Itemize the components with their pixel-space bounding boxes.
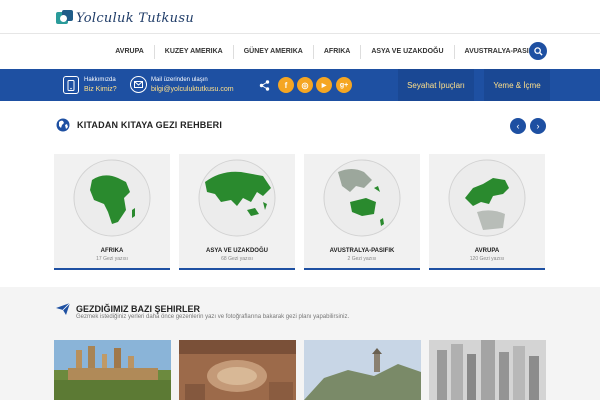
search-button[interactable] <box>529 42 547 60</box>
google-plus-icon[interactable]: g+ <box>336 77 352 93</box>
instagram-icon[interactable]: ◎ <box>297 77 313 93</box>
continent-card-afrika[interactable]: AFRIKA 17 Gezi yazısı <box>54 154 170 270</box>
city-photo-2[interactable] <box>179 340 296 400</box>
continent-name: AVRUPA <box>474 248 500 254</box>
site-logo[interactable]: Yolculuk Tutkusu <box>56 8 194 28</box>
continents-heading: KITADAN KITAYA GEZI REHBERI <box>56 118 222 132</box>
tab-seyahat-ipuclari[interactable]: Seyahat İpuçları <box>398 69 474 101</box>
australia-globe-icon <box>323 159 401 237</box>
tab-yeme-icme[interactable]: Yeme & İçme <box>484 69 550 101</box>
continents-title: KITADAN KITAYA GEZI REHBERI <box>77 120 223 130</box>
cities-section: GEZDIĞIMIZ BAZI ŞEHIRLER Gezmek istediği… <box>0 287 600 400</box>
asia-globe-icon <box>198 159 276 237</box>
continent-count: 68 Gezi yazısı <box>221 256 253 262</box>
mail-label: Mail üzerinden ulaşın <box>151 77 208 83</box>
nav-item-guney-amerika[interactable]: GÜNEY AMERIKA <box>232 44 313 59</box>
continent-name: AVUSTRALYA-PASIFIK <box>329 248 395 254</box>
mail-link[interactable]: bilgi@yolculuktutkusu.com <box>151 86 234 93</box>
africa-globe-icon <box>73 159 151 237</box>
carousel-prev-button[interactable]: ‹ <box>510 118 526 134</box>
continent-count: 120 Gezi yazısı <box>469 256 505 262</box>
share-icon[interactable] <box>256 77 272 93</box>
europe-globe-icon <box>448 159 526 237</box>
logo-mark-icon <box>56 10 73 26</box>
globe-icon <box>56 118 70 132</box>
continent-card-asya[interactable]: ASYA VE UZAKDOĞU 68 Gezi yazısı <box>179 154 295 270</box>
facebook-icon[interactable]: f <box>278 77 294 93</box>
continent-name: ASYA VE UZAKDOĞU <box>206 248 268 254</box>
cities-title: GEZDIĞIMIZ BAZI ŞEHIRLER <box>76 304 201 314</box>
phone-icon <box>63 76 79 94</box>
top-bar: Yolculuk Tutkusu <box>0 0 600 34</box>
nav-item-afrika[interactable]: AFRIKA <box>312 44 360 59</box>
nav-item-kuzey-amerika[interactable]: KUZEY AMERIKA <box>153 44 233 59</box>
mail-icon <box>130 76 147 93</box>
about-link[interactable]: Biz Kimiz? <box>84 86 117 93</box>
continent-card-avrupa[interactable]: AVRUPA 120 Gezi yazısı <box>429 154 545 270</box>
nav-item-asya[interactable]: ASYA VE UZAKDOĞU <box>360 44 453 59</box>
cities-subtitle: Gezmek istediğiniz yerleri daha önce gez… <box>76 314 350 320</box>
nav-item-avrupa[interactable]: AVRUPA <box>105 45 154 59</box>
about-label: Hakkımızda <box>84 77 116 83</box>
info-bar: Hakkımızda Biz Kimiz? Mail üzerinden ula… <box>0 69 600 101</box>
carousel-next-button[interactable]: › <box>530 118 546 134</box>
city-photo-4[interactable] <box>429 340 546 400</box>
continent-card-avustralya[interactable]: AVUSTRALYA-PASIFIK 2 Gezi yazısı <box>304 154 420 270</box>
continent-name: AFRIKA <box>100 248 124 254</box>
continent-count: 17 Gezi yazısı <box>96 256 128 262</box>
city-photo-3[interactable] <box>304 340 421 400</box>
search-icon <box>533 46 543 56</box>
main-nav: AVRUPA KUZEY AMERIKA GÜNEY AMERIKA AFRIK… <box>0 36 600 67</box>
city-photo-1[interactable] <box>54 340 171 400</box>
logo-text: Yolculuk Tutkusu <box>76 10 194 26</box>
continent-count: 2 Gezi yazısı <box>347 256 377 262</box>
youtube-icon[interactable]: ▶ <box>316 77 332 93</box>
paper-plane-icon <box>56 303 70 315</box>
